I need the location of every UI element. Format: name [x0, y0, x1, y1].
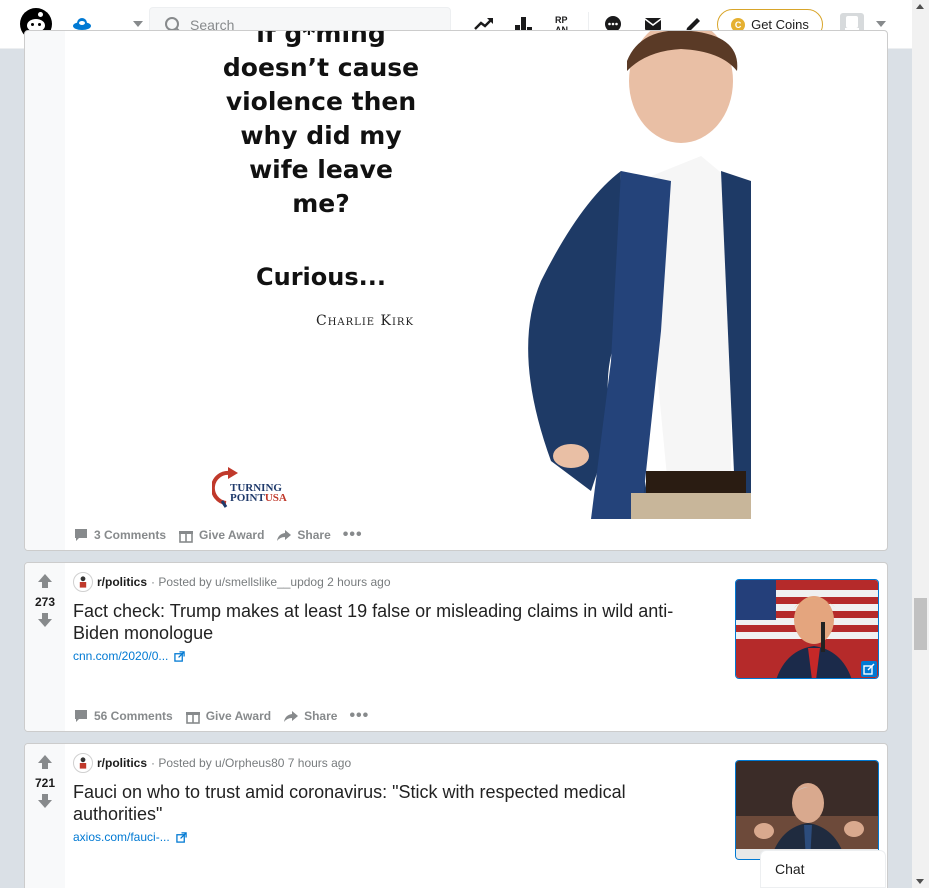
vote-column — [25, 31, 65, 550]
comments-count: 56 Comments — [94, 709, 173, 723]
meme-line: doesn’t cause — [222, 53, 420, 82]
vote-controls: 721 — [25, 754, 65, 809]
share-button[interactable]: Share — [283, 708, 337, 724]
upvote-icon[interactable] — [37, 573, 53, 589]
give-award-label: Give Award — [199, 528, 265, 542]
give-award-label: Give Award — [205, 709, 272, 723]
org-line: POINT — [230, 492, 265, 504]
upvote-icon[interactable] — [37, 754, 53, 770]
vote-score: 273 — [34, 595, 56, 609]
meme-author-text: Charlie Kirk — [316, 313, 414, 329]
feed-dropdown-caret-icon[interactable] — [133, 21, 143, 27]
meme-line: me? — [292, 189, 350, 218]
share-label: Share — [304, 709, 338, 723]
give-award-button[interactable]: Give Award — [178, 527, 264, 543]
external-link-badge-icon — [861, 661, 877, 677]
post-meta: r/politics · Posted by u/smellslike__upd… — [73, 572, 391, 592]
posted-by-text: · Posted by u/smellslike__updog 2 hours … — [151, 575, 391, 589]
scroll-up-arrow-icon[interactable] — [916, 4, 924, 9]
comments-button[interactable]: 3 Comments — [73, 527, 166, 543]
external-link-icon — [174, 650, 186, 662]
external-link-icon — [175, 831, 187, 843]
post-actions: 3 Comments Give Award Share ••• — [73, 527, 363, 543]
thumbnail-image — [736, 580, 878, 678]
share-button[interactable]: Share — [276, 527, 331, 543]
meme-line: why did my — [240, 121, 402, 150]
downvote-icon[interactable] — [37, 612, 53, 628]
post-image[interactable]: if g*ming doesn’t cause violence then wh… — [66, 31, 751, 519]
share-label: Share — [297, 528, 331, 542]
link-domain[interactable]: axios.com/fauci-... — [73, 830, 170, 844]
post-thumbnail[interactable] — [735, 760, 879, 860]
vote-score: 721 — [34, 776, 56, 790]
svg-text:RP: RP — [555, 15, 568, 25]
turning-point-logo: TURNING POINTUSA — [212, 467, 302, 511]
more-options-icon: ••• — [342, 526, 363, 543]
scrollbar-thumb[interactable] — [914, 598, 927, 650]
org-line: USA — [264, 492, 287, 504]
meme-line: wife leave — [249, 155, 393, 184]
meme-curious-text: Curious... — [256, 263, 386, 291]
page-scrollbar[interactable] — [912, 0, 929, 888]
comment-icon — [75, 529, 87, 541]
chat-label: Chat — [775, 861, 805, 877]
comments-button[interactable]: 56 Comments — [73, 708, 173, 724]
post-card[interactable]: 721 r/politics · Posted by u/Orpheus80 7… — [24, 743, 888, 888]
post-title[interactable]: Fauci on who to trust amid coronavirus: … — [73, 781, 713, 825]
gift-icon — [185, 712, 200, 724]
gift-icon — [179, 531, 194, 543]
meme-line: violence then — [225, 87, 417, 116]
subreddit-icon[interactable] — [73, 753, 93, 773]
comment-icon — [75, 710, 87, 722]
turning-point-text: TURNING POINTUSA — [230, 483, 287, 504]
more-options-button[interactable]: ••• — [349, 707, 370, 724]
post-meta: r/politics · Posted by u/Orpheus80 7 hou… — [73, 753, 351, 773]
share-arrow-icon — [277, 530, 292, 541]
downvote-icon[interactable] — [37, 793, 53, 809]
more-options-button[interactable]: ••• — [342, 526, 363, 543]
meme-line: if g*ming — [256, 31, 386, 48]
subreddit-link[interactable]: r/politics — [97, 575, 147, 589]
post-title[interactable]: Fact check: Trump makes at least 19 fals… — [73, 600, 713, 644]
more-options-icon: ••• — [349, 707, 370, 724]
subreddit-icon[interactable] — [73, 572, 93, 592]
posted-by-text: · Posted by u/Orpheus80 7 hours ago — [151, 756, 352, 770]
post-card[interactable]: if g*ming doesn’t cause violence then wh… — [24, 30, 888, 551]
person-photo — [528, 31, 751, 519]
subreddit-link[interactable]: r/politics — [97, 756, 147, 770]
thumbnail-image — [736, 761, 878, 859]
post-actions: 56 Comments Give Award Share ••• — [73, 708, 369, 724]
scroll-down-arrow-icon[interactable] — [916, 879, 924, 884]
give-award-button[interactable]: Give Award — [185, 708, 271, 724]
external-link[interactable]: axios.com/fauci-... — [73, 830, 187, 844]
post-card[interactable]: 273 r/politics · Posted by u/smellslike_… — [24, 562, 888, 732]
share-arrow-icon — [284, 711, 299, 722]
chat-widget[interactable]: Chat — [760, 850, 886, 888]
link-domain[interactable]: cnn.com/2020/0... — [73, 649, 168, 663]
meme-caption: if g*ming doesn’t cause violence then wh… — [216, 31, 426, 221]
external-link[interactable]: cnn.com/2020/0... — [73, 649, 186, 663]
comments-count: 3 Comments — [94, 528, 167, 542]
user-menu-caret-icon[interactable] — [876, 21, 886, 27]
vote-controls: 273 — [25, 573, 65, 628]
post-thumbnail[interactable] — [735, 579, 879, 679]
